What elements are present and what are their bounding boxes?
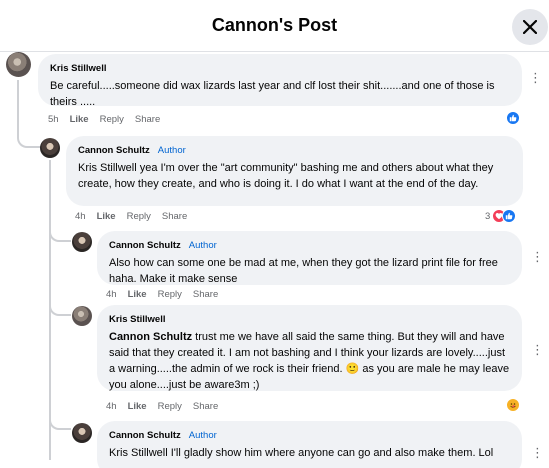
avatar[interactable] [40,138,60,158]
comment-actions: 4h Like Reply Share [106,401,218,412]
like-button[interactable]: Like [70,114,89,125]
like-button[interactable]: Like [128,289,147,300]
more-options-button[interactable]: ⋮ [531,249,544,265]
reply-button[interactable]: Reply [127,211,151,222]
comment-timestamp: 4h [106,289,117,300]
more-options-button[interactable]: ⋮ [529,70,542,86]
like-button[interactable]: Like [128,401,147,412]
comment-actions: 4h Like Reply Share [106,289,218,300]
comment-bubble: Cannon Schultz Author Also how can some … [97,231,522,285]
avatar[interactable] [72,232,92,252]
care-icon [506,398,520,412]
like-icon [506,111,520,125]
reply-button[interactable]: Reply [158,401,182,412]
reactions-summary[interactable] [506,398,520,412]
like-button[interactable]: Like [97,211,116,222]
comment-timestamp: 5h [48,114,59,125]
comment-timestamp: 4h [75,211,86,222]
share-button[interactable]: Share [193,401,218,412]
share-button[interactable]: Share [193,289,218,300]
close-icon [523,20,537,34]
comment-author[interactable]: Cannon Schultz [109,240,181,251]
avatar[interactable] [72,423,92,443]
reply-button[interactable]: Reply [100,114,124,125]
reply-button[interactable]: Reply [158,289,182,300]
comment-bubble: Cannon Schultz Author Kris Stillwell I'l… [97,421,522,468]
author-badge: Author [188,430,217,441]
reaction-count: 3 [485,210,491,222]
comment-bubble: Kris Stillwell Cannon Schultz trust me w… [97,305,522,391]
comment-text: Cannon Schultz trust me we have all said… [109,329,510,393]
comment-actions: 5h Like Reply Share [48,114,160,125]
share-button[interactable]: Share [135,114,160,125]
share-button[interactable]: Share [162,211,187,222]
more-options-button[interactable]: ⋮ [531,342,544,358]
reactions-summary[interactable]: 3 [485,209,517,223]
comment-text: Also how can some one be mad at me, when… [109,257,498,285]
comment-author[interactable]: Kris Stillwell [109,314,166,325]
author-badge: Author [188,240,217,251]
comment-text: Kris Stillwell yea I'm over the "art com… [78,162,494,190]
comment-text: Be careful.....someone did wax lizards l… [50,80,495,108]
comment-bubble: Kris Stillwell Be careful.....someone di… [38,54,522,108]
comment-author[interactable]: Cannon Schultz [109,430,181,441]
comment-timestamp: 4h [106,401,117,412]
dialog-header: Cannon's Post [0,0,549,52]
thread-curve [49,300,71,316]
comment-text: Kris Stillwell I'll gladly show him wher… [109,447,494,459]
mention-link[interactable]: Cannon Schultz [109,331,192,343]
comment-author[interactable]: Cannon Schultz [78,145,150,156]
comment-author[interactable]: Kris Stillwell [50,63,107,74]
author-badge: Author [157,145,186,156]
thread-curve [49,414,71,430]
like-icon [502,209,517,223]
page-title: Cannon's Post [211,15,338,35]
comment-actions: 4h Like Reply Share [75,211,187,222]
comment-bubble: Cannon Schultz Author Kris Stillwell yea… [66,136,523,206]
close-button[interactable] [512,9,548,45]
more-options-button[interactable]: ⋮ [531,445,544,461]
thread-curve [49,226,71,242]
thread-curve [17,128,41,148]
avatar[interactable] [72,306,92,326]
reactions-summary[interactable] [506,111,520,125]
avatar[interactable] [6,52,31,77]
